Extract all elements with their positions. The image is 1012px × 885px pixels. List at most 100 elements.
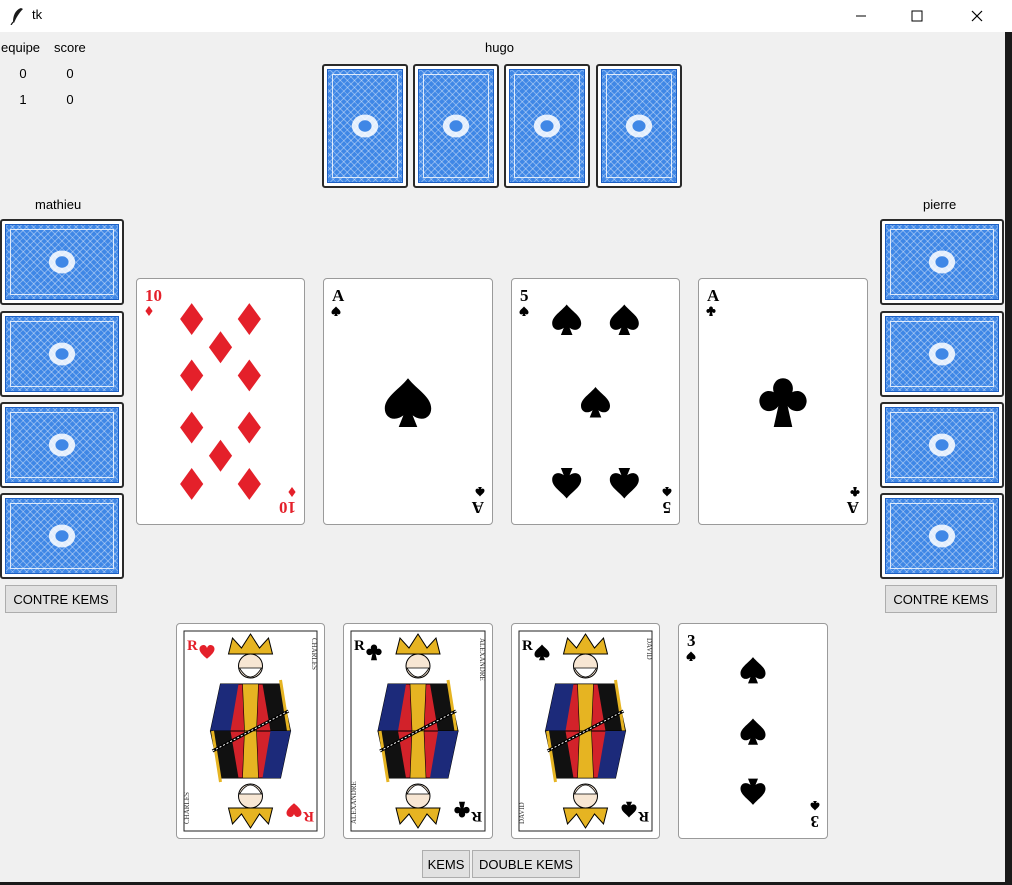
card-back[interactable] — [880, 219, 1004, 305]
spade-pip-icon — [552, 304, 582, 335]
diamond-pip-icon — [180, 303, 204, 335]
diamond-pip-icon — [208, 439, 233, 472]
club-pip-icon — [706, 306, 716, 316]
spade-pip-icon — [475, 487, 485, 497]
card-back-ornament-icon — [540, 120, 554, 132]
king-robe — [409, 683, 427, 732]
card-back-ornament-icon — [935, 439, 949, 451]
spade-pip-icon — [740, 778, 766, 805]
diamond-pip-icon — [208, 331, 233, 364]
diamond-pip-icon — [288, 487, 296, 497]
maximize-icon — [911, 10, 923, 22]
card-rank: 10 — [279, 498, 296, 517]
diamond-pip-icon — [180, 411, 204, 444]
card-rank: 5 — [520, 286, 529, 305]
card-rank: R — [187, 638, 198, 654]
crown-icon — [562, 633, 609, 655]
spade-pip-icon — [662, 487, 672, 497]
club-pip-icon — [850, 487, 860, 497]
card-rank: 10 — [145, 286, 162, 305]
spade-pip-icon — [609, 304, 639, 335]
score-cell: 1 — [19, 92, 27, 107]
spade-pip-icon — [331, 306, 341, 316]
contre-kems-button-right[interactable]: CONTRE KEMS — [885, 585, 997, 613]
card-back-ornament-icon — [358, 120, 372, 132]
minimize-icon — [856, 15, 866, 17]
double-kems-button[interactable]: DOUBLE KEMS — [472, 850, 580, 878]
window-border — [1005, 32, 1012, 885]
card-back[interactable] — [880, 311, 1004, 397]
contre-kems-button-left[interactable]: CONTRE KEMS — [5, 585, 117, 613]
card-back[interactable] — [596, 64, 682, 188]
card-rank: 3 — [687, 631, 696, 650]
crown-icon — [227, 807, 274, 829]
diamond-pip-icon — [237, 359, 261, 392]
card-name: CHARLES — [310, 638, 318, 670]
card-back[interactable] — [0, 402, 124, 488]
table-card[interactable]: AA — [323, 278, 493, 525]
king-robe — [409, 730, 427, 779]
score-cell: 0 — [66, 66, 74, 81]
hand-card[interactable]: 33 — [678, 623, 828, 839]
card-name: DAVID — [518, 802, 526, 824]
card-rank: R — [471, 808, 482, 824]
score-header-score: score — [54, 40, 86, 55]
king-robe — [242, 730, 259, 779]
maximize-button[interactable] — [894, 0, 940, 32]
hand-card[interactable]: R R DAVID DAVID — [511, 623, 660, 839]
close-icon — [971, 10, 983, 22]
spade-pip-icon — [552, 468, 582, 499]
card-back[interactable] — [880, 493, 1004, 579]
spade-pip-icon — [534, 644, 550, 661]
spade-pip-icon — [609, 468, 639, 499]
club-pip-icon — [759, 378, 807, 428]
score-cell: 0 — [66, 92, 74, 107]
card-back[interactable] — [322, 64, 408, 188]
hand-card[interactable]: R R CHARLES CHARLES — [176, 623, 325, 839]
spade-pip-icon — [740, 718, 766, 745]
spade-pip-icon — [621, 801, 637, 818]
card-rank: R — [354, 638, 365, 654]
card-back-ornament-icon — [632, 120, 646, 132]
card-back-ornament-icon — [55, 439, 69, 451]
kems-button[interactable]: KEMS — [422, 850, 470, 878]
score-header-equipe: equipe — [1, 40, 41, 55]
club-pip-icon — [454, 801, 470, 818]
minimize-button[interactable] — [838, 0, 884, 32]
card-back[interactable] — [0, 219, 124, 305]
card-back[interactable] — [0, 493, 124, 579]
card-back[interactable] — [0, 311, 124, 397]
card-rank: R — [522, 638, 533, 654]
spade-pip-icon — [740, 657, 766, 684]
card-rank: R — [303, 808, 314, 824]
heart-pip-icon — [199, 645, 215, 659]
hand-card[interactable]: R R ALEXANDRE ALEXANDRE — [343, 623, 493, 839]
crown-icon — [395, 633, 441, 655]
card-name: ALEXANDRE — [350, 781, 358, 824]
club-pip-icon — [366, 644, 382, 661]
card-back[interactable] — [413, 64, 499, 188]
crown-icon — [227, 633, 274, 655]
card-back[interactable] — [880, 402, 1004, 488]
card-back-ornament-icon — [55, 348, 69, 360]
spade-pip-icon — [519, 306, 529, 316]
spade-pip-icon — [581, 387, 610, 418]
card-rank: A — [332, 286, 345, 305]
table-card[interactable]: AA — [698, 278, 868, 525]
diamond-pip-icon — [237, 303, 261, 335]
card-back-ornament-icon — [935, 530, 949, 542]
king-robe — [242, 683, 259, 732]
player-name-right: pierre — [923, 197, 957, 212]
player-name-left: mathieu — [35, 197, 82, 212]
card-rank: R — [638, 808, 649, 824]
diamond-pip-icon — [180, 359, 204, 392]
close-button[interactable] — [954, 0, 1000, 32]
table-card[interactable]: 55 — [511, 278, 680, 525]
crown-icon — [562, 807, 609, 829]
table-card[interactable]: 10 10 — [136, 278, 305, 525]
heart-pip-icon — [286, 803, 302, 817]
card-back-ornament-icon — [449, 120, 463, 132]
spade-pip-icon — [686, 651, 696, 661]
card-back[interactable] — [504, 64, 590, 188]
card-name: ALEXANDRE — [478, 638, 486, 681]
